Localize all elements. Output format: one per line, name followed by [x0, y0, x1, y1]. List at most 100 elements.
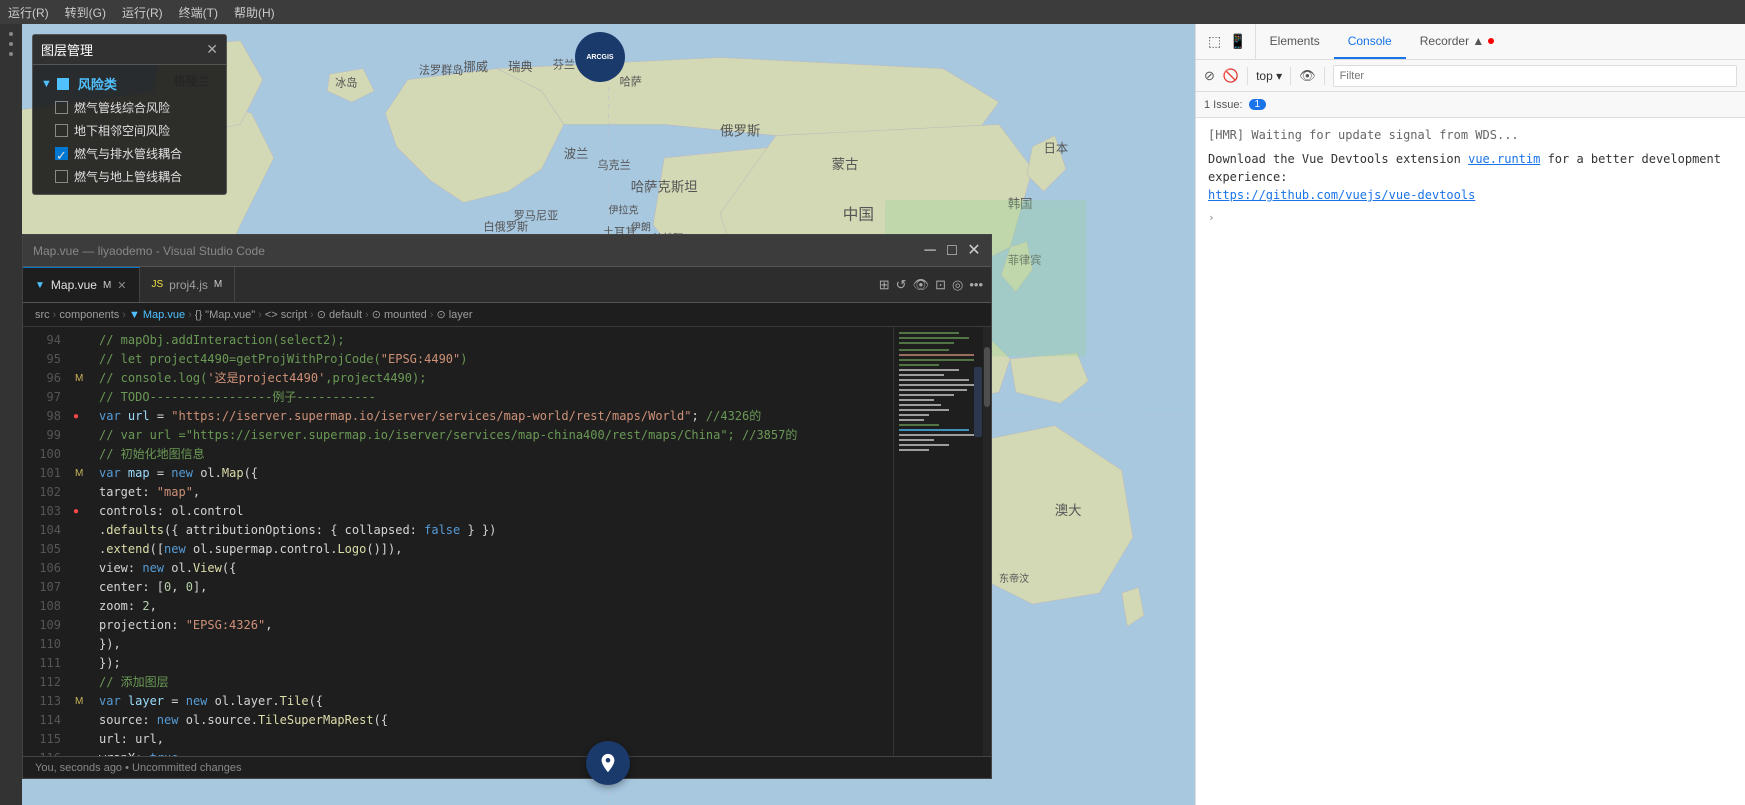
menu-goto[interactable]: 运行(R) [8, 4, 49, 21]
layer-checkbox-3[interactable] [55, 170, 68, 183]
bc-mounted[interactable]: ⊙ mounted [372, 308, 427, 321]
menu-item-run[interactable]: 运行(R) [122, 4, 163, 21]
tab-console-label: Console [1348, 34, 1392, 48]
eye-icon[interactable]: 👁 [913, 277, 930, 293]
maximize-button[interactable]: □ [945, 244, 959, 258]
source-control-icon[interactable]: ↺ [896, 277, 907, 293]
vue-devtools-link[interactable]: https://github.com/vuejs/vue-devtools [1208, 188, 1475, 202]
code-lines[interactable]: // mapObj.addInteraction(select2); // le… [91, 327, 893, 756]
vue-log-text: Download the Vue Devtools extension [1208, 152, 1468, 166]
top-selector[interactable]: top ▾ [1256, 69, 1282, 83]
clear-icon[interactable]: 🚫 [1223, 68, 1239, 84]
menu-item-goto[interactable]: 转到(G) [65, 4, 106, 21]
tab-map-vue-label: Map.vue [51, 278, 97, 292]
layer-category[interactable]: ▼ 风险类 [41, 71, 218, 96]
layer-checkbox-1[interactable] [55, 124, 68, 137]
code-line-100: // 初始化地图信息 [91, 445, 893, 464]
vscode-menu-row: 运行(R) 运行(R) 转到(G) 运行(R) 终端(T) 帮助(H) [0, 0, 1745, 24]
bc-src[interactable]: src [35, 309, 50, 321]
issues-label: 1 Issue: [1204, 99, 1243, 111]
bc-components[interactable]: components [59, 309, 119, 321]
console-filter-input[interactable] [1333, 65, 1737, 87]
svg-text:芬兰: 芬兰 [553, 59, 575, 72]
code-line-102: target: "map", [91, 483, 893, 502]
map-area: 格陵兰 冰岛 法罗群岛 挪威 瑞典 芬兰 哈萨克斯坦 蒙古 中国 韩国 日本 菲… [22, 24, 1195, 805]
layer-item-0: 燃气管线综合风险 [41, 96, 218, 119]
outline-icon[interactable]: ⊡ [935, 277, 946, 293]
menu-item-help[interactable]: 帮助(H) [234, 4, 275, 21]
m-marker-107 [73, 578, 91, 597]
expand-icon[interactable]: › [1208, 211, 1215, 224]
editor-toolbar-right: ⊞ ↺ 👁 ⊡ ◎ ••• [871, 267, 991, 302]
tab-elements-label: Elements [1270, 34, 1320, 48]
split-icon[interactable]: ⊞ [879, 277, 890, 293]
m-marker-115 [73, 730, 91, 749]
issues-badge[interactable]: 1 [1249, 99, 1267, 110]
tab-elements[interactable]: Elements [1256, 24, 1334, 59]
editor-tabs: ▼ Map.vue M ✕ JS proj4.js M ⊞ ↺ 👁 [23, 267, 991, 303]
m-markers-column: M ● M ● [73, 327, 91, 756]
more-icon[interactable]: ••• [969, 277, 983, 292]
breadcrumb-icon[interactable]: ◎ [952, 277, 963, 293]
editor-content: 94 95 96 97 98 99 100 101 102 103 104 10 [23, 327, 991, 756]
eye-filter-icon[interactable]: 👁 [1299, 68, 1316, 84]
device-icon[interactable]: 📱 [1229, 33, 1246, 50]
m-marker-106 [73, 559, 91, 578]
bc-mapvue[interactable]: ▼ Map.vue [129, 309, 185, 321]
tab-map-vue[interactable]: ▼ Map.vue M ✕ [23, 267, 140, 302]
block-icon[interactable]: ⊘ [1204, 68, 1215, 84]
m-marker-97 [73, 388, 91, 407]
hmr-log-text: [HMR] Waiting for update signal from WDS… [1208, 128, 1519, 142]
layer-checkbox-2[interactable]: ✓ [55, 147, 68, 160]
code-line-101: var map = new ol.Map({ [91, 464, 893, 483]
m-marker-110 [73, 635, 91, 654]
tab-recorder-label: Recorder ▲ [1420, 34, 1485, 48]
code-line-98: var url = "https://iserver.supermap.io/i… [91, 407, 893, 426]
inspect-icon[interactable]: ⬚ [1208, 33, 1221, 50]
map-logo: ARCGIS [575, 32, 625, 82]
layer-item-2: ✓ 燃气与排水管线耦合 [41, 142, 218, 165]
bc-script[interactable]: <> script [265, 309, 307, 321]
svg-text:俄罗斯: 俄罗斯 [720, 124, 760, 139]
vue-runtime-link[interactable]: vue.runtim [1468, 152, 1540, 166]
layer-label-3: 燃气与地上管线耦合 [74, 168, 182, 185]
m-marker-100 [73, 445, 91, 464]
editor-breadcrumb: src › components › ▼ Map.vue › {} "Map.v… [23, 303, 991, 327]
devtools-tabs: ⬚ 📱 Elements Console Recorder ▲ [1196, 24, 1745, 60]
vue-icon: ▼ [35, 280, 45, 291]
minimize-button[interactable]: ─ [923, 244, 937, 258]
menu-item-terminal[interactable]: 终端(T) [179, 4, 218, 21]
category-expand-icon: ▼ [41, 78, 52, 90]
bc-default[interactable]: ⊙ default [317, 308, 362, 321]
editor-bottom-status: You, seconds ago • Uncommitted changes [23, 756, 991, 778]
svg-text:哈萨克斯坦: 哈萨克斯坦 [631, 179, 698, 194]
bc-layer[interactable]: ⊙ layer [436, 308, 472, 321]
left-sidebar [0, 24, 22, 805]
svg-text:蒙古: 蒙古 [832, 157, 859, 172]
expand-arrow[interactable]: › [1208, 210, 1733, 224]
close-button[interactable]: ✕ [967, 244, 981, 258]
svg-text:瑞典: 瑞典 [508, 60, 533, 74]
log-entry-hmr: [HMR] Waiting for update signal from WDS… [1208, 126, 1733, 144]
m-marker-98: ● [73, 407, 91, 426]
devtools-issues-bar: 1 Issue: 1 [1196, 92, 1745, 118]
svg-text:波兰: 波兰 [564, 147, 589, 161]
map-fab-button[interactable] [586, 741, 630, 785]
code-line-114: source: new ol.source.TileSuperMapRest({ [91, 711, 893, 730]
m-marker-102 [73, 483, 91, 502]
scroll-indicator[interactable] [983, 327, 991, 756]
tab-console[interactable]: Console [1334, 24, 1406, 59]
tab-recorder[interactable]: Recorder ▲ [1406, 24, 1509, 59]
m-marker-104 [73, 521, 91, 540]
bc-mapvue-str[interactable]: {} "Map.vue" [195, 309, 255, 321]
code-line-104: .defaults({ attributionOptions: { collap… [91, 521, 893, 540]
m-marker-99 [73, 426, 91, 445]
layer-panel-close-button[interactable]: ✕ [206, 41, 218, 58]
minimap [893, 327, 983, 756]
svg-text:挪威: 挪威 [463, 60, 488, 74]
code-line-94: // mapObj.addInteraction(select2); [91, 331, 893, 350]
code-line-110: }), [91, 635, 893, 654]
layer-checkbox-0[interactable] [55, 101, 68, 114]
tab-proj4[interactable]: JS proj4.js M [140, 267, 236, 302]
tab-map-vue-close[interactable]: ✕ [117, 279, 126, 292]
